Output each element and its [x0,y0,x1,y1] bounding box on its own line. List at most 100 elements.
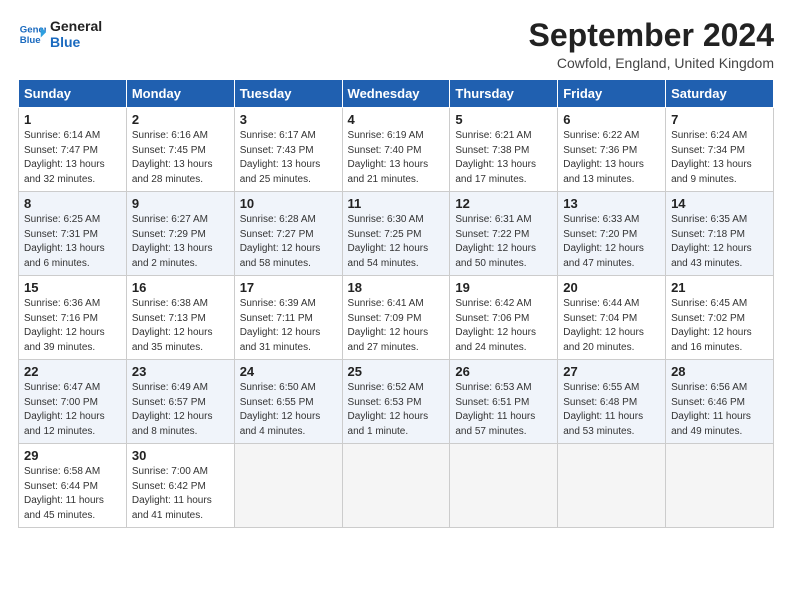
cell-info: Sunrise: 6:45 AMSunset: 7:02 PMDaylight:… [671,297,768,355]
calendar-cell: 30Sunrise: 7:00 AMSunset: 6:42 PMDayligh… [126,444,234,528]
cell-info: Sunrise: 6:27 AMSunset: 7:29 PMDaylight:… [132,213,229,271]
cell-info: Sunrise: 6:33 AMSunset: 7:20 PMDaylight:… [563,213,660,271]
header: General Blue General Blue September 2024… [18,18,774,71]
day-number: 21 [671,280,768,295]
calendar-cell: 15 Sunrise: 6:36 AMSunset: 7:16 PMDayligh… [19,276,127,360]
cell-info: Sunrise: 6:50 AMSunset: 6:55 PMDaylight:… [240,381,337,439]
day-number: 14 [671,196,768,211]
cell-info: Sunrise: 6:21 AMSunset: 7:38 PMDaylight:… [455,129,552,187]
cell-info: Sunrise: 6:36 AMSunset: 7:16 PMDaylight:… [24,297,121,355]
day-number: 2 [132,112,229,127]
day-number: 29 [24,448,121,463]
logo-general: General [50,18,102,34]
day-number: 1 [24,112,121,127]
day-number: 30 [132,448,229,463]
day-number: 25 [348,364,445,379]
cell-info: Sunrise: 6:47 AMSunset: 7:00 PMDaylight:… [24,381,121,439]
cell-info: Sunrise: 6:24 AMSunset: 7:34 PMDaylight:… [671,129,768,187]
calendar-week-row: 1 Sunrise: 6:14 AMSunset: 7:47 PMDaylight… [19,108,774,192]
cell-info: Sunrise: 6:30 AMSunset: 7:25 PMDaylight:… [348,213,445,271]
day-number: 6 [563,112,660,127]
calendar-cell: 29 Sunrise: 6:58 AMSunset: 6:44 PMDayligh… [19,444,127,528]
calendar-cell: 4 Sunrise: 6:19 AMSunset: 7:40 PMDaylight… [342,108,450,192]
cell-info: Sunrise: 6:19 AMSunset: 7:40 PMDaylight:… [348,129,445,187]
day-number: 24 [240,364,337,379]
calendar-cell: 21 Sunrise: 6:45 AMSunset: 7:02 PMDayligh… [666,276,774,360]
cell-info: Sunrise: 6:55 AMSunset: 6:48 PMDaylight:… [563,381,660,439]
weekday-header-sunday: Sunday [19,80,127,108]
weekday-header-wednesday: Wednesday [342,80,450,108]
cell-info: Sunrise: 6:28 AMSunset: 7:27 PMDaylight:… [240,213,337,271]
calendar-cell: 11 Sunrise: 6:30 AMSunset: 7:25 PMDayligh… [342,192,450,276]
calendar-cell: 24 Sunrise: 6:50 AMSunset: 6:55 PMDayligh… [234,360,342,444]
calendar-cell: 5 Sunrise: 6:21 AMSunset: 7:38 PMDaylight… [450,108,558,192]
logo-blue: Blue [50,34,80,50]
calendar-cell: 10Sunrise: 6:28 AMSunset: 7:27 PMDayligh… [234,192,342,276]
day-number: 7 [671,112,768,127]
day-number: 27 [563,364,660,379]
calendar-cell: 19Sunrise: 6:42 AMSunset: 7:06 PMDayligh… [450,276,558,360]
cell-info: Sunrise: 6:16 AMSunset: 7:45 PMDaylight:… [132,129,229,187]
day-number: 12 [455,196,552,211]
page: General Blue General Blue September 2024… [0,0,792,612]
day-number: 4 [348,112,445,127]
weekday-header-friday: Friday [558,80,666,108]
calendar-cell: 22 Sunrise: 6:47 AMSunset: 7:00 PMDayligh… [19,360,127,444]
calendar-cell [342,444,450,528]
calendar-cell: 14 Sunrise: 6:35 AMSunset: 7:18 PMDayligh… [666,192,774,276]
day-number: 5 [455,112,552,127]
calendar-cell: 7 Sunrise: 6:24 AMSunset: 7:34 PMDaylight… [666,108,774,192]
cell-info: Sunrise: 6:22 AMSunset: 7:36 PMDaylight:… [563,129,660,187]
day-number: 15 [24,280,121,295]
svg-text:Blue: Blue [20,35,41,46]
calendar-cell [558,444,666,528]
day-number: 17 [240,280,337,295]
day-number: 18 [348,280,445,295]
weekday-header-row: SundayMondayTuesdayWednesdayThursdayFrid… [19,80,774,108]
day-number: 16 [132,280,229,295]
weekday-header-thursday: Thursday [450,80,558,108]
calendar-cell: 9 Sunrise: 6:27 AMSunset: 7:29 PMDaylight… [126,192,234,276]
cell-info: Sunrise: 6:58 AMSunset: 6:44 PMDaylight:… [24,465,121,523]
cell-info: Sunrise: 6:17 AMSunset: 7:43 PMDaylight:… [240,129,337,187]
cell-info: Sunrise: 6:44 AMSunset: 7:04 PMDaylight:… [563,297,660,355]
day-number: 20 [563,280,660,295]
day-number: 26 [455,364,552,379]
calendar-cell: 25 Sunrise: 6:52 AMSunset: 6:53 PMDayligh… [342,360,450,444]
title-block: September 2024 Cowfold, England, United … [529,18,774,71]
day-number: 8 [24,196,121,211]
calendar-cell: 26Sunrise: 6:53 AMSunset: 6:51 PMDayligh… [450,360,558,444]
weekday-header-saturday: Saturday [666,80,774,108]
cell-info: Sunrise: 6:35 AMSunset: 7:18 PMDaylight:… [671,213,768,271]
calendar-cell [234,444,342,528]
calendar-week-row: 15 Sunrise: 6:36 AMSunset: 7:16 PMDayligh… [19,276,774,360]
calendar-cell: 18 Sunrise: 6:41 AMSunset: 7:09 PMDayligh… [342,276,450,360]
calendar-table: SundayMondayTuesdayWednesdayThursdayFrid… [18,79,774,528]
calendar-cell: 2 Sunrise: 6:16 AMSunset: 7:45 PMDaylight… [126,108,234,192]
cell-info: Sunrise: 6:41 AMSunset: 7:09 PMDaylight:… [348,297,445,355]
calendar-cell [450,444,558,528]
cell-info: Sunrise: 6:52 AMSunset: 6:53 PMDaylight:… [348,381,445,439]
calendar-cell: 16Sunrise: 6:38 AMSunset: 7:13 PMDayligh… [126,276,234,360]
day-number: 11 [348,196,445,211]
cell-info: Sunrise: 6:31 AMSunset: 7:22 PMDaylight:… [455,213,552,271]
calendar-cell: 1 Sunrise: 6:14 AMSunset: 7:47 PMDaylight… [19,108,127,192]
calendar-week-row: 29 Sunrise: 6:58 AMSunset: 6:44 PMDayligh… [19,444,774,528]
weekday-header-monday: Monday [126,80,234,108]
calendar-week-row: 8Sunrise: 6:25 AMSunset: 7:31 PMDaylight… [19,192,774,276]
calendar-cell: 13 Sunrise: 6:33 AMSunset: 7:20 PMDayligh… [558,192,666,276]
day-number: 9 [132,196,229,211]
day-number: 13 [563,196,660,211]
calendar-cell: 20 Sunrise: 6:44 AMSunset: 7:04 PMDayligh… [558,276,666,360]
cell-info: Sunrise: 6:39 AMSunset: 7:11 PMDaylight:… [240,297,337,355]
cell-info: Sunrise: 6:14 AMSunset: 7:47 PMDaylight:… [24,129,121,187]
cell-info: Sunrise: 6:49 AMSunset: 6:57 PMDaylight:… [132,381,229,439]
logo-icon: General Blue [18,20,46,48]
day-number: 22 [24,364,121,379]
cell-info: Sunrise: 6:56 AMSunset: 6:46 PMDaylight:… [671,381,768,439]
calendar-week-row: 22 Sunrise: 6:47 AMSunset: 7:00 PMDayligh… [19,360,774,444]
calendar-cell: 3Sunrise: 6:17 AMSunset: 7:43 PMDaylight… [234,108,342,192]
calendar-cell: 27 Sunrise: 6:55 AMSunset: 6:48 PMDayligh… [558,360,666,444]
calendar-cell: 17 Sunrise: 6:39 AMSunset: 7:11 PMDayligh… [234,276,342,360]
day-number: 19 [455,280,552,295]
